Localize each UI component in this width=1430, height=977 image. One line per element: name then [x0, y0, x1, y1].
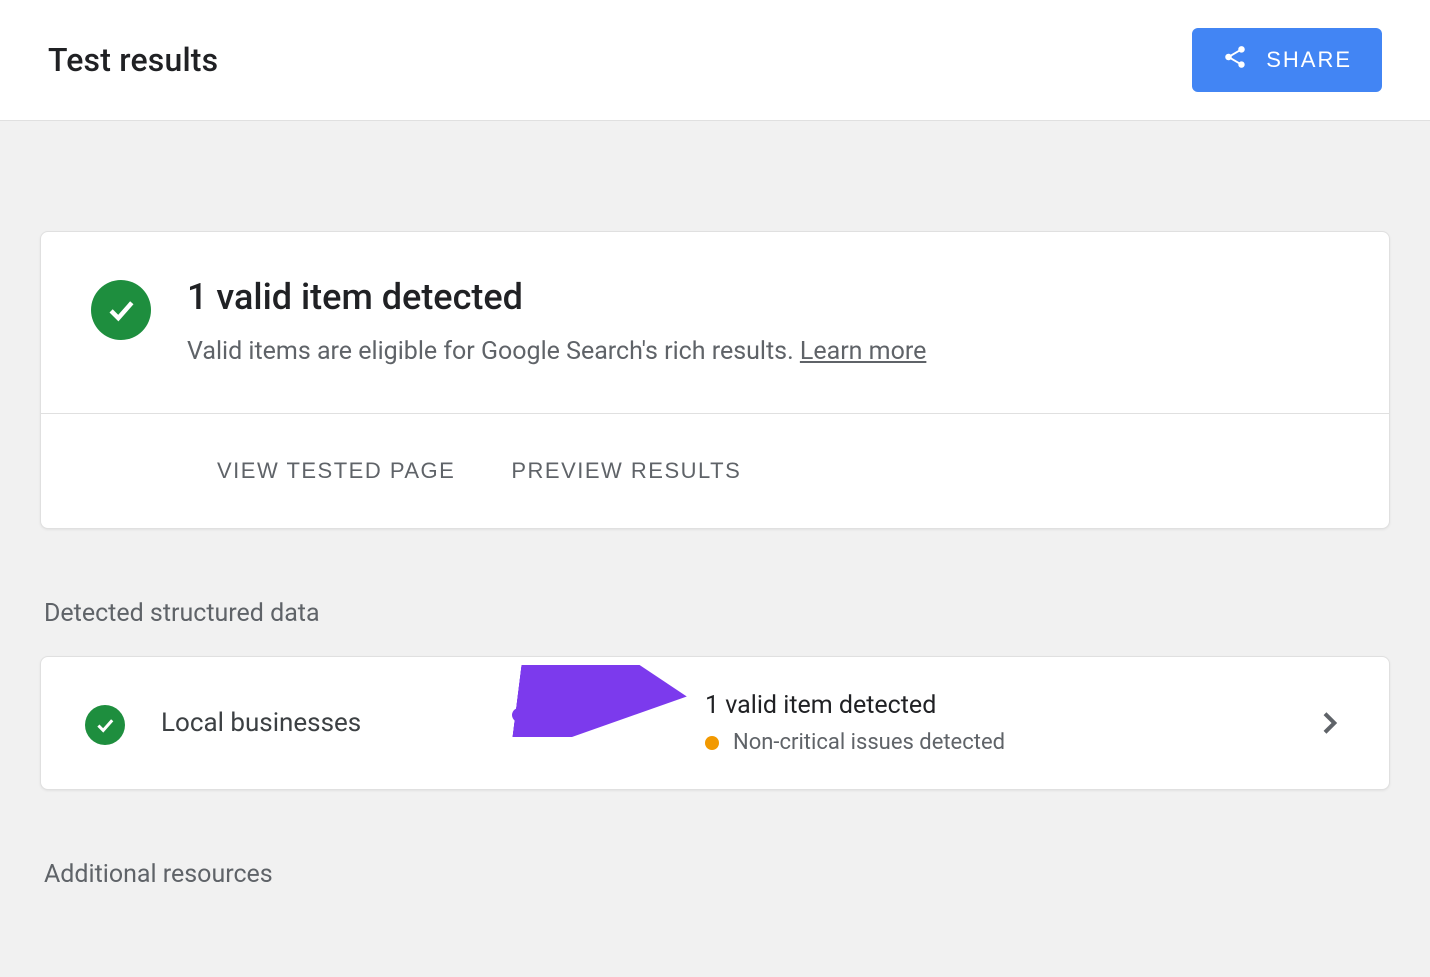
- page-title: Test results: [48, 41, 218, 79]
- additional-resources-label: Additional resources: [44, 860, 1390, 889]
- view-tested-page-button[interactable]: VIEW TESTED PAGE: [217, 458, 455, 484]
- summary-card: 1 valid item detected Valid items are el…: [40, 231, 1390, 529]
- detected-item-row[interactable]: Local businesses 1 valid item detected N…: [40, 656, 1390, 790]
- detected-item-status: 1 valid item detected Non-critical issue…: [645, 691, 1313, 755]
- detected-item-issue: Non-critical issues detected: [705, 730, 1313, 755]
- share-button-label: SHARE: [1266, 47, 1352, 73]
- checkmark-icon: [85, 705, 125, 745]
- learn-more-link[interactable]: Learn more: [800, 337, 926, 366]
- detected-item-issue-text: Non-critical issues detected: [733, 730, 1005, 755]
- detected-item-name: Local businesses: [161, 708, 361, 738]
- detected-section-label: Detected structured data: [44, 599, 1390, 628]
- checkmark-icon: [91, 280, 151, 340]
- header-bar: Test results SHARE: [0, 0, 1430, 121]
- summary-actions: VIEW TESTED PAGE PREVIEW RESULTS: [41, 413, 1389, 528]
- warning-dot-icon: [705, 736, 719, 750]
- share-button[interactable]: SHARE: [1192, 28, 1382, 92]
- detected-item-status-line: 1 valid item detected: [705, 691, 1313, 720]
- preview-results-button[interactable]: PREVIEW RESULTS: [511, 458, 741, 484]
- detected-item-left: Local businesses: [85, 701, 645, 745]
- summary-card-top: 1 valid item detected Valid items are el…: [41, 232, 1389, 413]
- chevron-right-icon: [1313, 707, 1345, 739]
- summary-text: 1 valid item detected Valid items are el…: [187, 276, 926, 369]
- summary-subtext-prefix: Valid items are eligible for Google Sear…: [187, 337, 800, 366]
- summary-headline: 1 valid item detected: [187, 276, 926, 318]
- share-icon: [1222, 44, 1248, 76]
- summary-subtext: Valid items are eligible for Google Sear…: [187, 334, 926, 369]
- content-wrap: 1 valid item detected Valid items are el…: [0, 231, 1430, 977]
